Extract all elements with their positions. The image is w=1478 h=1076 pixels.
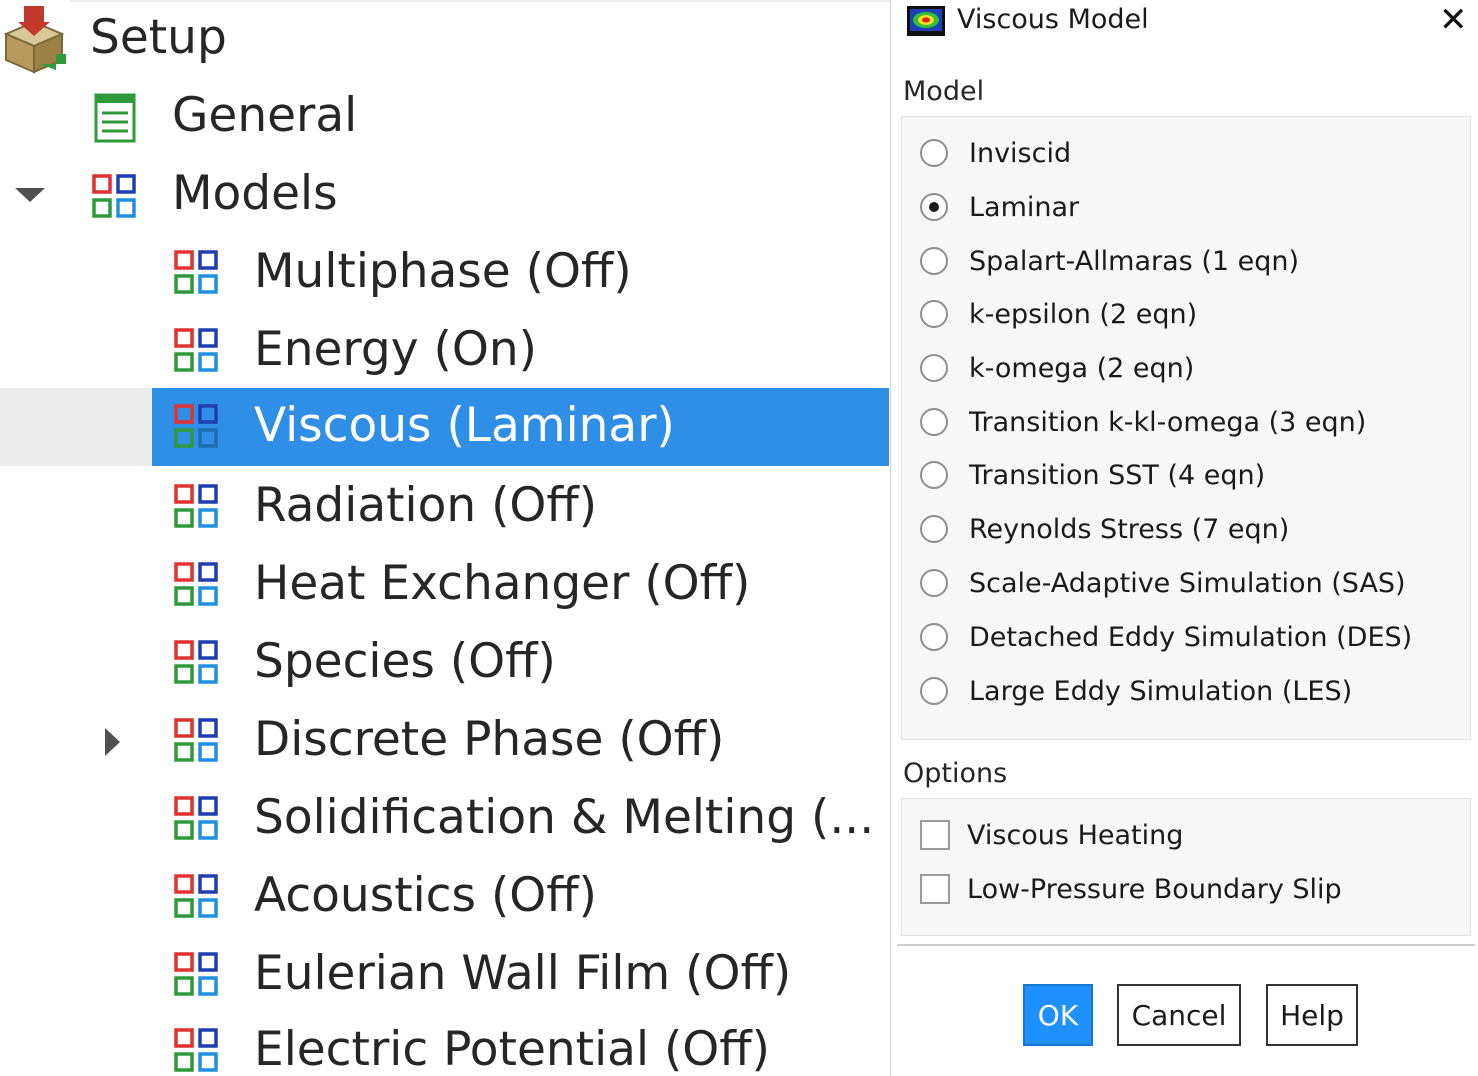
- radio-label: Laminar: [969, 191, 1080, 223]
- options-groupbox: Viscous Heating Low-Pressure Boundary Sl…: [901, 798, 1471, 936]
- tree-label-discrete-phase: Discrete Phase (Off): [254, 712, 725, 767]
- tree-item-energy[interactable]: Energy (On): [0, 314, 890, 392]
- checkbox[interactable]: [920, 820, 950, 850]
- tree-label-species: Species (Off): [254, 634, 556, 689]
- radio-label: Transition SST (4 eqn): [969, 459, 1266, 491]
- tree-label-energy: Energy (On): [254, 322, 537, 377]
- tree-top-border: [70, 0, 890, 2]
- model-section-label: Model: [903, 76, 985, 107]
- model-icon: [174, 952, 218, 1000]
- tree-label-electric-potential: Electric Potential (Off): [254, 1022, 770, 1076]
- radio-k-omega[interactable]: k-omega (2 eqn): [920, 348, 1194, 388]
- selection-gutter: [0, 388, 152, 466]
- dialog-title: Viscous Model: [957, 4, 1149, 35]
- help-button[interactable]: Help: [1266, 984, 1358, 1046]
- radio-button[interactable]: [920, 139, 948, 167]
- radio-k-epsilon[interactable]: k-epsilon (2 eqn): [920, 294, 1197, 334]
- tree-label-setup: Setup: [90, 10, 227, 65]
- checkbox-viscous-heating[interactable]: Viscous Heating: [920, 815, 1183, 855]
- model-icon: [174, 404, 218, 452]
- radio-transition-sst[interactable]: Transition SST (4 eqn): [920, 455, 1265, 495]
- expand-arrow-icon[interactable]: [15, 188, 45, 202]
- button-bar-divider: [897, 944, 1475, 946]
- radio-button[interactable]: [920, 461, 948, 489]
- tree-item-general[interactable]: General: [0, 80, 890, 158]
- radio-button[interactable]: [920, 247, 948, 275]
- radio-label: Detached Eddy Simulation (DES): [969, 621, 1413, 653]
- options-section-label: Options: [903, 758, 1008, 789]
- radio-des[interactable]: Detached Eddy Simulation (DES): [920, 617, 1412, 657]
- model-icon: [174, 484, 218, 532]
- ok-button[interactable]: OK: [1023, 984, 1093, 1046]
- tree-item-models[interactable]: Models: [0, 158, 890, 236]
- fluent-app-icon: [907, 6, 945, 36]
- viscous-model-dialog: Viscous Model ✕ Model Inviscid Laminar S…: [890, 0, 1478, 1076]
- radio-label: Inviscid: [969, 137, 1072, 169]
- radio-label: k-omega (2 eqn): [969, 352, 1195, 384]
- radio-label: Spalart-Allmaras (1 eqn): [969, 245, 1300, 277]
- radio-label: Large Eddy Simulation (LES): [969, 675, 1353, 707]
- tree-label-radiation: Radiation (Off): [254, 478, 598, 533]
- radio-button[interactable]: [920, 623, 948, 651]
- model-icon: [174, 640, 218, 688]
- model-icon: [174, 874, 218, 922]
- checkbox-low-pressure-boundary-slip[interactable]: Low-Pressure Boundary Slip: [920, 869, 1342, 909]
- general-icon: [94, 93, 138, 147]
- model-icon: [174, 718, 218, 766]
- outline-tree: Setup General Models Multiphase (Off) En…: [0, 0, 890, 1076]
- tree-label-eulerian-wall-film: Eulerian Wall Film (Off): [254, 946, 792, 1001]
- radio-laminar[interactable]: Laminar: [920, 187, 1079, 227]
- radio-les[interactable]: Large Eddy Simulation (LES): [920, 671, 1352, 711]
- radio-button[interactable]: [920, 569, 948, 597]
- radio-button-selected[interactable]: [920, 193, 948, 221]
- tree-item-heat-exchanger[interactable]: Heat Exchanger (Off): [0, 548, 890, 626]
- radio-button[interactable]: [920, 515, 948, 543]
- model-icon: [174, 562, 218, 610]
- close-icon[interactable]: ✕: [1439, 0, 1468, 40]
- radio-button[interactable]: [920, 354, 948, 382]
- dialog-titlebar[interactable]: Viscous Model ✕: [891, 0, 1478, 46]
- tree-label-heat-exchanger: Heat Exchanger (Off): [254, 556, 751, 611]
- radio-button[interactable]: [920, 408, 948, 436]
- tree-label-models: Models: [172, 166, 338, 221]
- radio-reynolds-stress[interactable]: Reynolds Stress (7 eqn): [920, 509, 1289, 549]
- radio-label: Transition k-kl-omega (3 eqn): [969, 406, 1367, 438]
- tree-item-radiation[interactable]: Radiation (Off): [0, 470, 890, 548]
- tree-item-setup[interactable]: Setup: [0, 4, 890, 82]
- checkbox-label: Low-Pressure Boundary Slip: [967, 873, 1342, 905]
- models-icon: [92, 174, 136, 222]
- model-icon: [174, 796, 218, 844]
- tree-item-acoustics[interactable]: Acoustics (Off): [0, 860, 890, 938]
- radio-sas[interactable]: Scale-Adaptive Simulation (SAS): [920, 563, 1406, 603]
- radio-transition-k-kl-omega[interactable]: Transition k-kl-omega (3 eqn): [920, 402, 1366, 442]
- model-groupbox: Inviscid Laminar Spalart-Allmaras (1 eqn…: [901, 116, 1471, 740]
- tree-label-multiphase: Multiphase (Off): [254, 244, 632, 299]
- model-icon: [174, 250, 218, 298]
- radio-spalart-allmaras[interactable]: Spalart-Allmaras (1 eqn): [920, 241, 1299, 281]
- tree-label-viscous: Viscous (Laminar): [254, 398, 675, 453]
- tree-label-general: General: [172, 88, 358, 143]
- radio-label: Scale-Adaptive Simulation (SAS): [969, 567, 1406, 599]
- radio-label: k-epsilon (2 eqn): [969, 298, 1198, 330]
- cancel-button[interactable]: Cancel: [1117, 984, 1241, 1046]
- radio-label: Reynolds Stress (7 eqn): [969, 513, 1290, 545]
- tree-item-eulerian-wall-film[interactable]: Eulerian Wall Film (Off): [0, 938, 890, 1016]
- tree-item-multiphase[interactable]: Multiphase (Off): [0, 236, 890, 314]
- collapse-arrow-icon[interactable]: [105, 728, 120, 756]
- tree-item-viscous[interactable]: Viscous (Laminar): [0, 388, 890, 466]
- model-icon: [174, 1028, 218, 1076]
- model-icon: [174, 328, 218, 376]
- radio-inviscid[interactable]: Inviscid: [920, 133, 1071, 173]
- radio-button[interactable]: [920, 300, 948, 328]
- tree-item-electric-potential[interactable]: Electric Potential (Off): [0, 1014, 890, 1076]
- tree-item-solidification-melting[interactable]: Solidification & Melting (...: [0, 782, 890, 860]
- radio-button[interactable]: [920, 677, 948, 705]
- tree-label-acoustics: Acoustics (Off): [254, 868, 597, 923]
- tree-label-solidification-melting: Solidification & Melting (...: [254, 790, 875, 845]
- setup-icon: [0, 4, 70, 80]
- checkbox-label: Viscous Heating: [967, 819, 1184, 851]
- tree-item-species[interactable]: Species (Off): [0, 626, 890, 704]
- tree-item-discrete-phase[interactable]: Discrete Phase (Off): [0, 704, 890, 782]
- checkbox[interactable]: [920, 874, 950, 904]
